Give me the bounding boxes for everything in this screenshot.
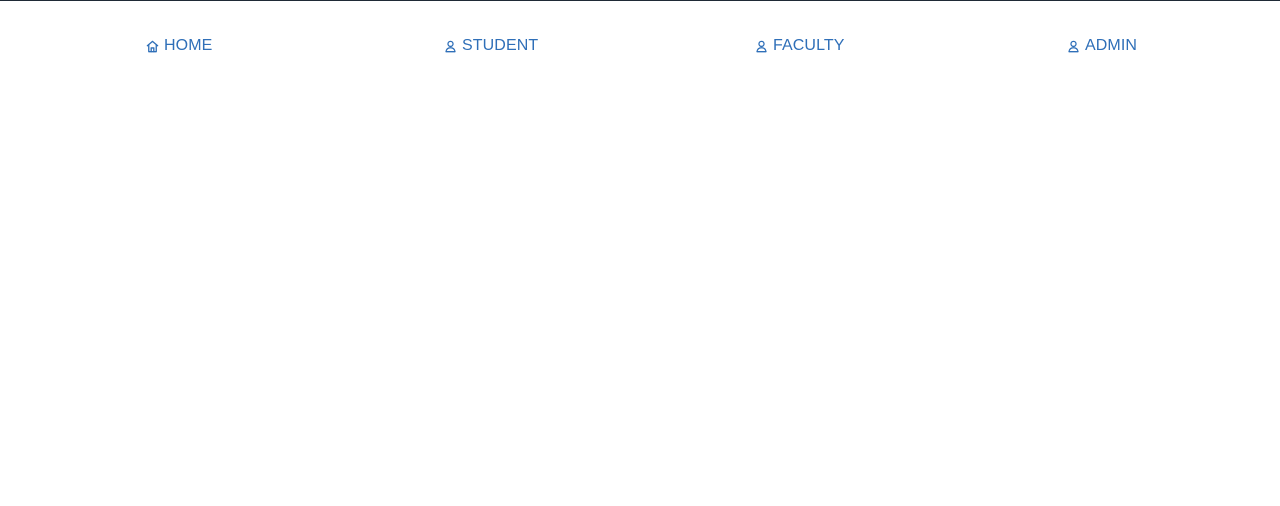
user-icon <box>1068 40 1079 52</box>
page: HOME STUDENT FACULTY ADMIN <box>0 0 1280 506</box>
nav-student-label: STUDENT <box>462 37 539 54</box>
home-icon <box>146 40 159 52</box>
user-icon <box>445 40 456 52</box>
nav-admin-label: ADMIN <box>1085 37 1138 54</box>
nav-faculty-label: FACULTY <box>773 37 845 54</box>
nav-admin-link[interactable]: ADMIN <box>1066 36 1137 56</box>
nav-home-link[interactable]: HOME <box>145 36 212 56</box>
top-border <box>0 0 1280 1</box>
nav-faculty-link[interactable]: FACULTY <box>754 36 845 56</box>
user-icon <box>756 40 767 52</box>
nav-home-label: HOME <box>164 37 213 54</box>
nav-student-link[interactable]: STUDENT <box>443 36 538 56</box>
